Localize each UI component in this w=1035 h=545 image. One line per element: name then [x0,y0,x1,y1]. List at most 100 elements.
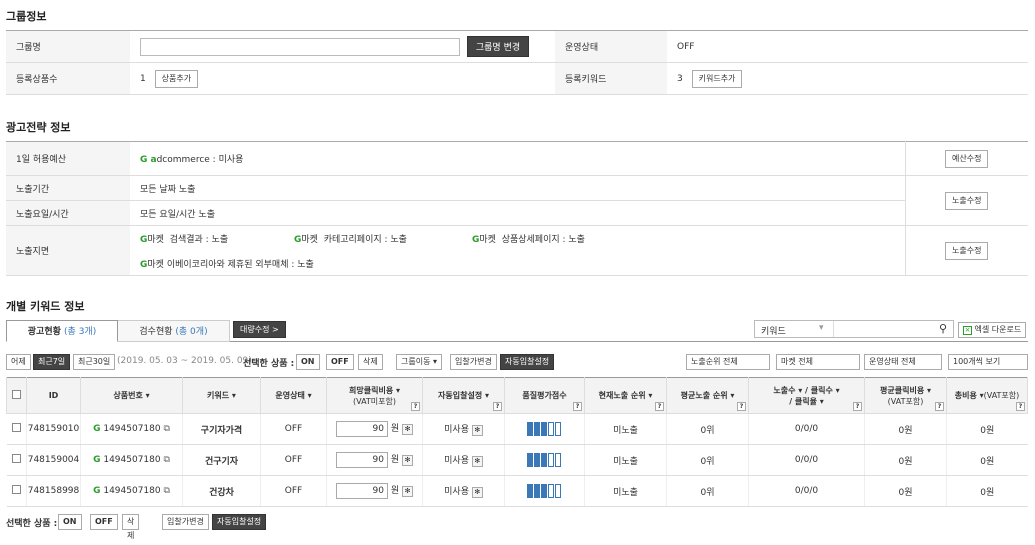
area-edit-button[interactable]: 노출수정 [945,241,989,260]
keyword-table: ID 상품번호 ▾ 키워드 ▾ 운영상태 ▾ 희망클릭비용 ▾ (VAT미포함)?… [6,377,1028,507]
bottom-on-button[interactable]: ON [58,514,82,530]
col-status[interactable]: 운영상태 ▾ [260,377,327,414]
gear-icon[interactable]: ✻ [471,487,483,498]
row-keyword: 구기자가격 [182,413,261,445]
table-row: 748159010 G 1494507180 ⧉ 구기자가격 OFF 90 원 … [6,413,1028,445]
auto-value: 미사용 [444,487,469,497]
bid-input[interactable]: 90 [335,483,388,499]
product-number-link[interactable]: 1494507180 [103,455,160,465]
select-all-checkbox[interactable] [12,390,21,399]
help-icon[interactable]: ? [655,402,664,411]
bid-input[interactable]: 90 [335,421,388,437]
help-icon[interactable]: ? [411,402,420,411]
market-filter-select[interactable]: 마켓 전체 [776,354,860,370]
keyword-info-title: 개별 키워드 정보 [6,300,85,313]
row-id: 748159010 [26,413,81,445]
row-checkbox[interactable] [11,423,21,432]
group-info-table: 그룹명 그룹명 변경 운영상태 OFF 등록상품수 1 상품추가 등록키워드 3… [6,30,1028,95]
rename-group-button[interactable]: 그룹명 변경 [466,36,530,57]
search-input[interactable] [835,321,935,337]
move-group-button[interactable]: 그룹이동 ▾ [396,354,442,370]
budget-value: dcommerce : 미사용 [156,155,244,165]
quality-bar [548,453,554,467]
area-detail: 상품상세페이지 : 노출 [501,234,585,245]
row-checkbox[interactable] [11,485,21,494]
add-keyword-button[interactable]: 키워드추가 [691,69,743,88]
rank-filter-select[interactable]: 노출순위 전체 [686,354,770,370]
last30-button[interactable]: 최근30일 [73,354,116,370]
row-imp: 0/0/0 [748,475,865,507]
col-avg-rank[interactable]: 평균노출 순위 ▾? [666,377,749,414]
yesterday-button[interactable]: 어제 [6,354,31,370]
col-avg-cpc[interactable]: 평균클릭비용 ▾ (VAT포함)? [864,377,947,414]
help-icon[interactable]: ? [493,402,502,411]
col-bid[interactable]: 희망클릭비용 ▾ (VAT미포함)? [326,377,423,414]
on-button[interactable]: ON [296,354,320,370]
col-cur-rank[interactable]: 현재노출 순위 ▾? [584,377,667,414]
col-product[interactable]: 상품번호 ▾ [80,377,183,414]
gear-icon[interactable]: ✻ [471,456,483,467]
external-link-icon[interactable]: ⧉ [163,455,169,465]
keywords-label: 등록키워드 [555,62,667,95]
product-number-link[interactable]: 1494507180 [103,486,160,496]
last7-button[interactable]: 최근7일 [33,354,71,370]
row-avg-cpc: 0원 [864,444,947,476]
search-type-select[interactable]: 키워드 [761,324,786,337]
col-total[interactable]: 총비용 ▾(VAT포함)? [946,377,1028,414]
bid-input[interactable]: 90 [335,452,388,468]
search-icon[interactable]: ⚲ [939,322,947,335]
tab-ad-status-label: 광고현황 [27,327,61,337]
tab-ad-status[interactable]: 광고현황 (총 3개) [6,320,118,342]
external-link-icon[interactable]: ⧉ [163,486,169,496]
bottom-off-button[interactable]: OFF [90,514,118,530]
g-market-icon: G [93,486,101,496]
gear-icon[interactable]: ✻ [402,455,414,466]
budget-prefix: G a [140,155,157,165]
gear-icon[interactable]: ✻ [471,425,483,436]
gear-icon[interactable]: ✻ [402,424,414,435]
auto-bid-button[interactable]: 자동입찰설정 [500,354,555,370]
add-product-button[interactable]: 상품추가 [154,69,199,88]
bulk-edit-button[interactable]: 대량수정 > [233,321,286,338]
bid-change-button[interactable]: 입찰가변경 [450,354,497,370]
bottom-delete-button[interactable]: 삭제 [122,514,140,540]
excel-download-button[interactable]: × 엑셀 다운로드 [958,322,1027,338]
help-icon[interactable]: ? [853,402,862,411]
row-auto: 미사용 ✻ [422,444,505,476]
gear-icon[interactable]: ✻ [402,486,414,497]
row-bid: 90 원 ✻ [326,413,423,445]
quality-bars [527,422,562,436]
help-icon[interactable]: ? [1016,402,1025,411]
col-imp[interactable]: 노출수 ▾ / 클릭수 ▾ / 클릭율 ▾? [748,377,865,414]
row-keyword: 건구기자 [182,444,261,476]
col-auto-label: 자동입찰설정 ▾ [438,391,489,400]
bottom-selected-label: 선택한 상품 : [6,519,58,529]
row-bid: 90 원 ✻ [326,444,423,476]
group-name-input[interactable] [140,37,460,56]
col-auto[interactable]: 자동입찰설정 ▾? [422,377,505,414]
quality-bar [527,484,533,498]
budget-edit-button[interactable]: 예산수정 [945,149,989,168]
auto-value: 미사용 [444,456,469,466]
exposure-edit-button[interactable]: 노출수정 [945,191,989,210]
quality-bar [555,422,561,436]
tab-review-status[interactable]: 검수현황 (총 0개) [118,320,230,342]
bottom-bid-change-button[interactable]: 입찰가변경 [162,514,209,530]
help-icon[interactable]: ? [935,402,944,411]
quality-bar [541,453,547,467]
product-number-link[interactable]: 1494507180 [103,424,160,434]
table-row: 748159004 G 1494507180 ⧉ 건구기자 OFF 90 원 ✻… [6,444,1028,476]
group-info-title: 그룹정보 [6,10,47,23]
status-filter-select[interactable]: 운영상태 전체 [864,354,942,370]
help-icon[interactable]: ? [737,402,746,411]
row-checkbox[interactable] [11,454,21,463]
excel-label: 엑셀 다운로드 [974,325,1022,334]
day-label: 노출요일/시간 [6,200,130,226]
bottom-auto-bid-button[interactable]: 자동입찰설정 [212,514,267,530]
help-icon[interactable]: ? [573,402,582,411]
off-button[interactable]: OFF [326,354,354,370]
external-link-icon[interactable]: ⧉ [163,424,169,434]
delete-button[interactable]: 삭제 [358,354,383,370]
col-keyword[interactable]: 키워드 ▾ [182,377,261,414]
per-page-select[interactable]: 100개씩 보기 [948,354,1028,370]
